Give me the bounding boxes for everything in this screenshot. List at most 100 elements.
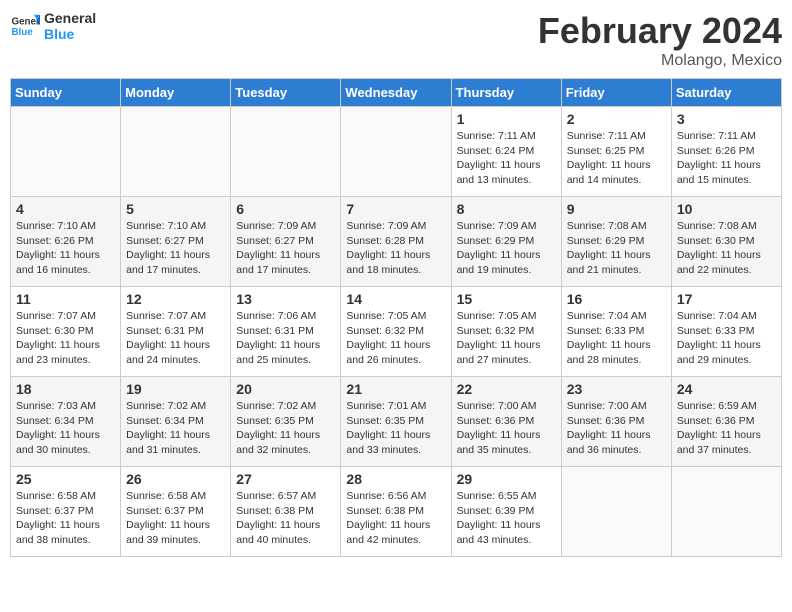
calendar-cell: 15 Sunrise: 7:05 AM Sunset: 6:32 PM Dayli… (451, 287, 561, 377)
calendar-cell (11, 107, 121, 197)
day-number: 2 (567, 111, 666, 127)
day-info: Sunrise: 7:00 AM Sunset: 6:36 PM Dayligh… (457, 399, 556, 458)
weekday-header: Sunday (11, 79, 121, 107)
day-info: Sunrise: 7:04 AM Sunset: 6:33 PM Dayligh… (677, 309, 776, 368)
day-info: Sunrise: 7:04 AM Sunset: 6:33 PM Dayligh… (567, 309, 666, 368)
calendar-cell: 5 Sunrise: 7:10 AM Sunset: 6:27 PM Daylig… (121, 197, 231, 287)
day-number: 13 (236, 291, 335, 307)
svg-text:General: General (12, 17, 41, 28)
calendar-cell: 2 Sunrise: 7:11 AM Sunset: 6:25 PM Daylig… (561, 107, 671, 197)
calendar-cell: 22Sunrise: 7:00 AM Sunset: 6:36 PM Dayli… (451, 377, 561, 467)
calendar-cell: 21Sunrise: 7:01 AM Sunset: 6:35 PM Dayli… (341, 377, 451, 467)
calendar-cell: 29 Sunrise: 6:55 AM Sunset: 6:39 PM Dayli… (451, 467, 561, 557)
day-number: 12 (126, 291, 225, 307)
calendar-cell (121, 107, 231, 197)
calendar-cell: 1 Sunrise: 7:11 AM Sunset: 6:24 PM Daylig… (451, 107, 561, 197)
calendar-table: SundayMondayTuesdayWednesdayThursdayFrid… (10, 78, 782, 557)
day-number: 15 (457, 291, 556, 307)
day-number: 10 (677, 201, 776, 217)
calendar-cell: 25Sunrise: 6:58 AM Sunset: 6:37 PM Dayli… (11, 467, 121, 557)
day-number: 20 (236, 381, 335, 397)
logo-general: General (44, 10, 96, 26)
weekday-header: Monday (121, 79, 231, 107)
calendar-cell: 24 Sunrise: 6:59 AM Sunset: 6:36 PM Dayli… (671, 377, 781, 467)
calendar-cell: 18 Sunrise: 7:03 AM Sunset: 6:34 PM Dayli… (11, 377, 121, 467)
day-info: Sunrise: 7:08 AM Sunset: 6:29 PM Dayligh… (567, 219, 666, 278)
day-info: Sunrise: 7:11 AM Sunset: 6:24 PM Dayligh… (457, 129, 556, 188)
day-info: Sunrise: 7:10 AM Sunset: 6:27 PM Dayligh… (126, 219, 225, 278)
day-info: Sunrise: 7:09 AM Sunset: 6:28 PM Dayligh… (346, 219, 445, 278)
logo: General Blue General Blue (10, 10, 96, 42)
day-number: 6 (236, 201, 335, 217)
day-info: Sunrise: 6:58 AM Sunset: 6:37 PM Dayligh… (16, 489, 115, 548)
day-info: Sunrise: 7:03 AM Sunset: 6:34 PM Dayligh… (16, 399, 115, 458)
day-number: 5 (126, 201, 225, 217)
day-number: 11 (16, 291, 115, 307)
day-number: 26 (126, 471, 225, 487)
logo-blue: Blue (44, 26, 96, 42)
day-info: Sunrise: 7:05 AM Sunset: 6:32 PM Dayligh… (457, 309, 556, 368)
calendar-cell: 20 Sunrise: 7:02 AM Sunset: 6:35 PM Dayli… (231, 377, 341, 467)
calendar-header: SundayMondayTuesdayWednesdayThursdayFrid… (11, 79, 782, 107)
day-info: Sunrise: 6:56 AM Sunset: 6:38 PM Dayligh… (346, 489, 445, 548)
page-header: General Blue General Blue February 2024 … (10, 10, 782, 70)
calendar-cell: 6 Sunrise: 7:09 AM Sunset: 6:27 PM Daylig… (231, 197, 341, 287)
day-number: 16 (567, 291, 666, 307)
day-number: 7 (346, 201, 445, 217)
day-info: Sunrise: 7:00 AM Sunset: 6:36 PM Dayligh… (567, 399, 666, 458)
logo-icon: General Blue (10, 11, 40, 41)
day-info: Sunrise: 7:01 AM Sunset: 6:35 PM Dayligh… (346, 399, 445, 458)
calendar-cell: 11 Sunrise: 7:07 AM Sunset: 6:30 PM Dayli… (11, 287, 121, 377)
calendar-cell: 19Sunrise: 7:02 AM Sunset: 6:34 PM Dayli… (121, 377, 231, 467)
day-number: 1 (457, 111, 556, 127)
calendar-title: February 2024 (538, 10, 782, 52)
day-number: 18 (16, 381, 115, 397)
weekday-header: Friday (561, 79, 671, 107)
weekday-header: Saturday (671, 79, 781, 107)
calendar-cell (561, 467, 671, 557)
day-number: 3 (677, 111, 776, 127)
calendar-cell: 23Sunrise: 7:00 AM Sunset: 6:36 PM Dayli… (561, 377, 671, 467)
day-info: Sunrise: 7:11 AM Sunset: 6:25 PM Dayligh… (567, 129, 666, 188)
calendar-cell: 27 Sunrise: 6:57 AM Sunset: 6:38 PM Dayli… (231, 467, 341, 557)
calendar-cell (341, 107, 451, 197)
calendar-cell: 14 Sunrise: 7:05 AM Sunset: 6:32 PM Dayli… (341, 287, 451, 377)
calendar-cell: 28 Sunrise: 6:56 AM Sunset: 6:38 PM Dayli… (341, 467, 451, 557)
day-info: Sunrise: 7:08 AM Sunset: 6:30 PM Dayligh… (677, 219, 776, 278)
day-info: Sunrise: 6:59 AM Sunset: 6:36 PM Dayligh… (677, 399, 776, 458)
day-info: Sunrise: 7:02 AM Sunset: 6:35 PM Dayligh… (236, 399, 335, 458)
calendar-cell: 4Sunrise: 7:10 AM Sunset: 6:26 PM Daylig… (11, 197, 121, 287)
calendar-cell: 3 Sunrise: 7:11 AM Sunset: 6:26 PM Daylig… (671, 107, 781, 197)
weekday-header: Thursday (451, 79, 561, 107)
day-info: Sunrise: 7:06 AM Sunset: 6:31 PM Dayligh… (236, 309, 335, 368)
calendar-cell: 7 Sunrise: 7:09 AM Sunset: 6:28 PM Daylig… (341, 197, 451, 287)
day-info: Sunrise: 7:07 AM Sunset: 6:30 PM Dayligh… (16, 309, 115, 368)
day-info: Sunrise: 6:57 AM Sunset: 6:38 PM Dayligh… (236, 489, 335, 548)
calendar-cell (231, 107, 341, 197)
calendar-cell: 17 Sunrise: 7:04 AM Sunset: 6:33 PM Dayli… (671, 287, 781, 377)
day-info: Sunrise: 7:07 AM Sunset: 6:31 PM Dayligh… (126, 309, 225, 368)
day-info: Sunrise: 6:58 AM Sunset: 6:37 PM Dayligh… (126, 489, 225, 548)
calendar-cell: 8 Sunrise: 7:09 AM Sunset: 6:29 PM Daylig… (451, 197, 561, 287)
calendar-cell (671, 467, 781, 557)
weekday-header: Tuesday (231, 79, 341, 107)
calendar-cell: 10 Sunrise: 7:08 AM Sunset: 6:30 PM Dayli… (671, 197, 781, 287)
day-number: 14 (346, 291, 445, 307)
calendar-cell: 9Sunrise: 7:08 AM Sunset: 6:29 PM Daylig… (561, 197, 671, 287)
day-info: Sunrise: 7:09 AM Sunset: 6:29 PM Dayligh… (457, 219, 556, 278)
day-info: Sunrise: 7:11 AM Sunset: 6:26 PM Dayligh… (677, 129, 776, 188)
weekday-header: Wednesday (341, 79, 451, 107)
day-number: 29 (457, 471, 556, 487)
day-number: 17 (677, 291, 776, 307)
day-info: Sunrise: 7:09 AM Sunset: 6:27 PM Dayligh… (236, 219, 335, 278)
day-number: 8 (457, 201, 556, 217)
day-info: Sunrise: 7:02 AM Sunset: 6:34 PM Dayligh… (126, 399, 225, 458)
calendar-cell: 12 Sunrise: 7:07 AM Sunset: 6:31 PM Dayli… (121, 287, 231, 377)
day-info: Sunrise: 6:55 AM Sunset: 6:39 PM Dayligh… (457, 489, 556, 548)
calendar-cell: 26 Sunrise: 6:58 AM Sunset: 6:37 PM Dayli… (121, 467, 231, 557)
day-number: 27 (236, 471, 335, 487)
day-info: Sunrise: 7:05 AM Sunset: 6:32 PM Dayligh… (346, 309, 445, 368)
day-info: Sunrise: 7:10 AM Sunset: 6:26 PM Dayligh… (16, 219, 115, 278)
day-number: 28 (346, 471, 445, 487)
day-number: 24 (677, 381, 776, 397)
